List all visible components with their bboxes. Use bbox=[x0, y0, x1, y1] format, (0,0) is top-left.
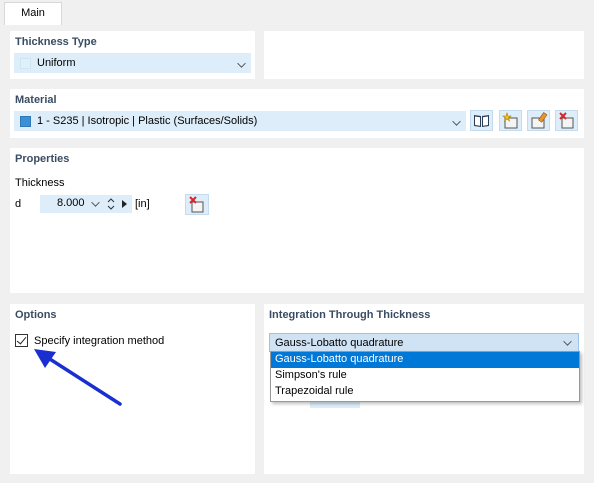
library-button[interactable] bbox=[470, 110, 493, 131]
edit-material-button[interactable] bbox=[527, 110, 550, 131]
thickness-type-combo[interactable]: Uniform bbox=[14, 53, 251, 73]
options-title: Options bbox=[15, 309, 57, 321]
thickness-value: 8.000 bbox=[57, 197, 85, 209]
integration-title: Integration Through Thickness bbox=[269, 309, 431, 321]
delete-icon bbox=[189, 196, 204, 213]
hidden-control-remnant bbox=[310, 401, 360, 408]
material-title: Material bbox=[15, 94, 57, 106]
thickness-subtitle: Thickness bbox=[15, 177, 65, 189]
edit-material-icon bbox=[531, 112, 548, 129]
chevron-down-icon bbox=[237, 59, 246, 68]
info-panel bbox=[264, 31, 584, 79]
thickness-type-value: Uniform bbox=[37, 57, 76, 69]
delete-material-icon bbox=[559, 112, 574, 129]
spinner-icon[interactable] bbox=[107, 197, 115, 211]
library-icon bbox=[474, 115, 489, 127]
material-value: 1 - S235 | Isotropic | Plastic (Surfaces… bbox=[37, 115, 258, 127]
delete-material-button[interactable] bbox=[555, 110, 578, 131]
properties-title: Properties bbox=[15, 153, 70, 165]
properties-panel: Properties Thickness d bbox=[10, 148, 584, 293]
integration-method-value: Gauss-Lobatto quadrature bbox=[275, 337, 404, 349]
dropdown-option-trapezoidal[interactable]: Trapezoidal rule bbox=[271, 384, 579, 400]
thickness-unit: [in] bbox=[135, 198, 150, 210]
dropdown-option-simpson[interactable]: Simpson's rule bbox=[271, 368, 579, 384]
specify-integration-checkbox[interactable] bbox=[15, 334, 28, 347]
chevron-down-icon[interactable] bbox=[91, 198, 100, 207]
dropdown-option-gauss-lobatto[interactable]: Gauss-Lobatto quadrature bbox=[271, 352, 579, 368]
integration-method-combo[interactable]: Gauss-Lobatto quadrature bbox=[269, 333, 579, 352]
material-swatch bbox=[20, 116, 31, 127]
tab-main[interactable]: Main bbox=[4, 2, 62, 25]
clear-thickness-button[interactable] bbox=[185, 194, 209, 215]
thickness-type-swatch bbox=[20, 58, 31, 69]
new-material-icon bbox=[502, 112, 518, 129]
chevron-down-icon bbox=[452, 117, 461, 126]
thickness-input[interactable]: 8.000 bbox=[40, 195, 132, 213]
new-material-button[interactable] bbox=[499, 110, 522, 131]
material-combo[interactable]: 1 - S235 | Isotropic | Plastic (Surfaces… bbox=[14, 111, 466, 131]
play-icon[interactable] bbox=[121, 199, 128, 209]
chevron-down-icon bbox=[563, 337, 572, 346]
thickness-type-panel: Thickness Type Uniform bbox=[10, 31, 255, 79]
annotation-arrow bbox=[34, 349, 122, 406]
tab-bar: Main bbox=[0, 0, 594, 25]
thickness-type-title: Thickness Type bbox=[15, 36, 97, 48]
integration-method-dropdown: Gauss-Lobatto quadrature Simpson's rule … bbox=[270, 351, 580, 402]
param-symbol: d bbox=[15, 198, 22, 210]
